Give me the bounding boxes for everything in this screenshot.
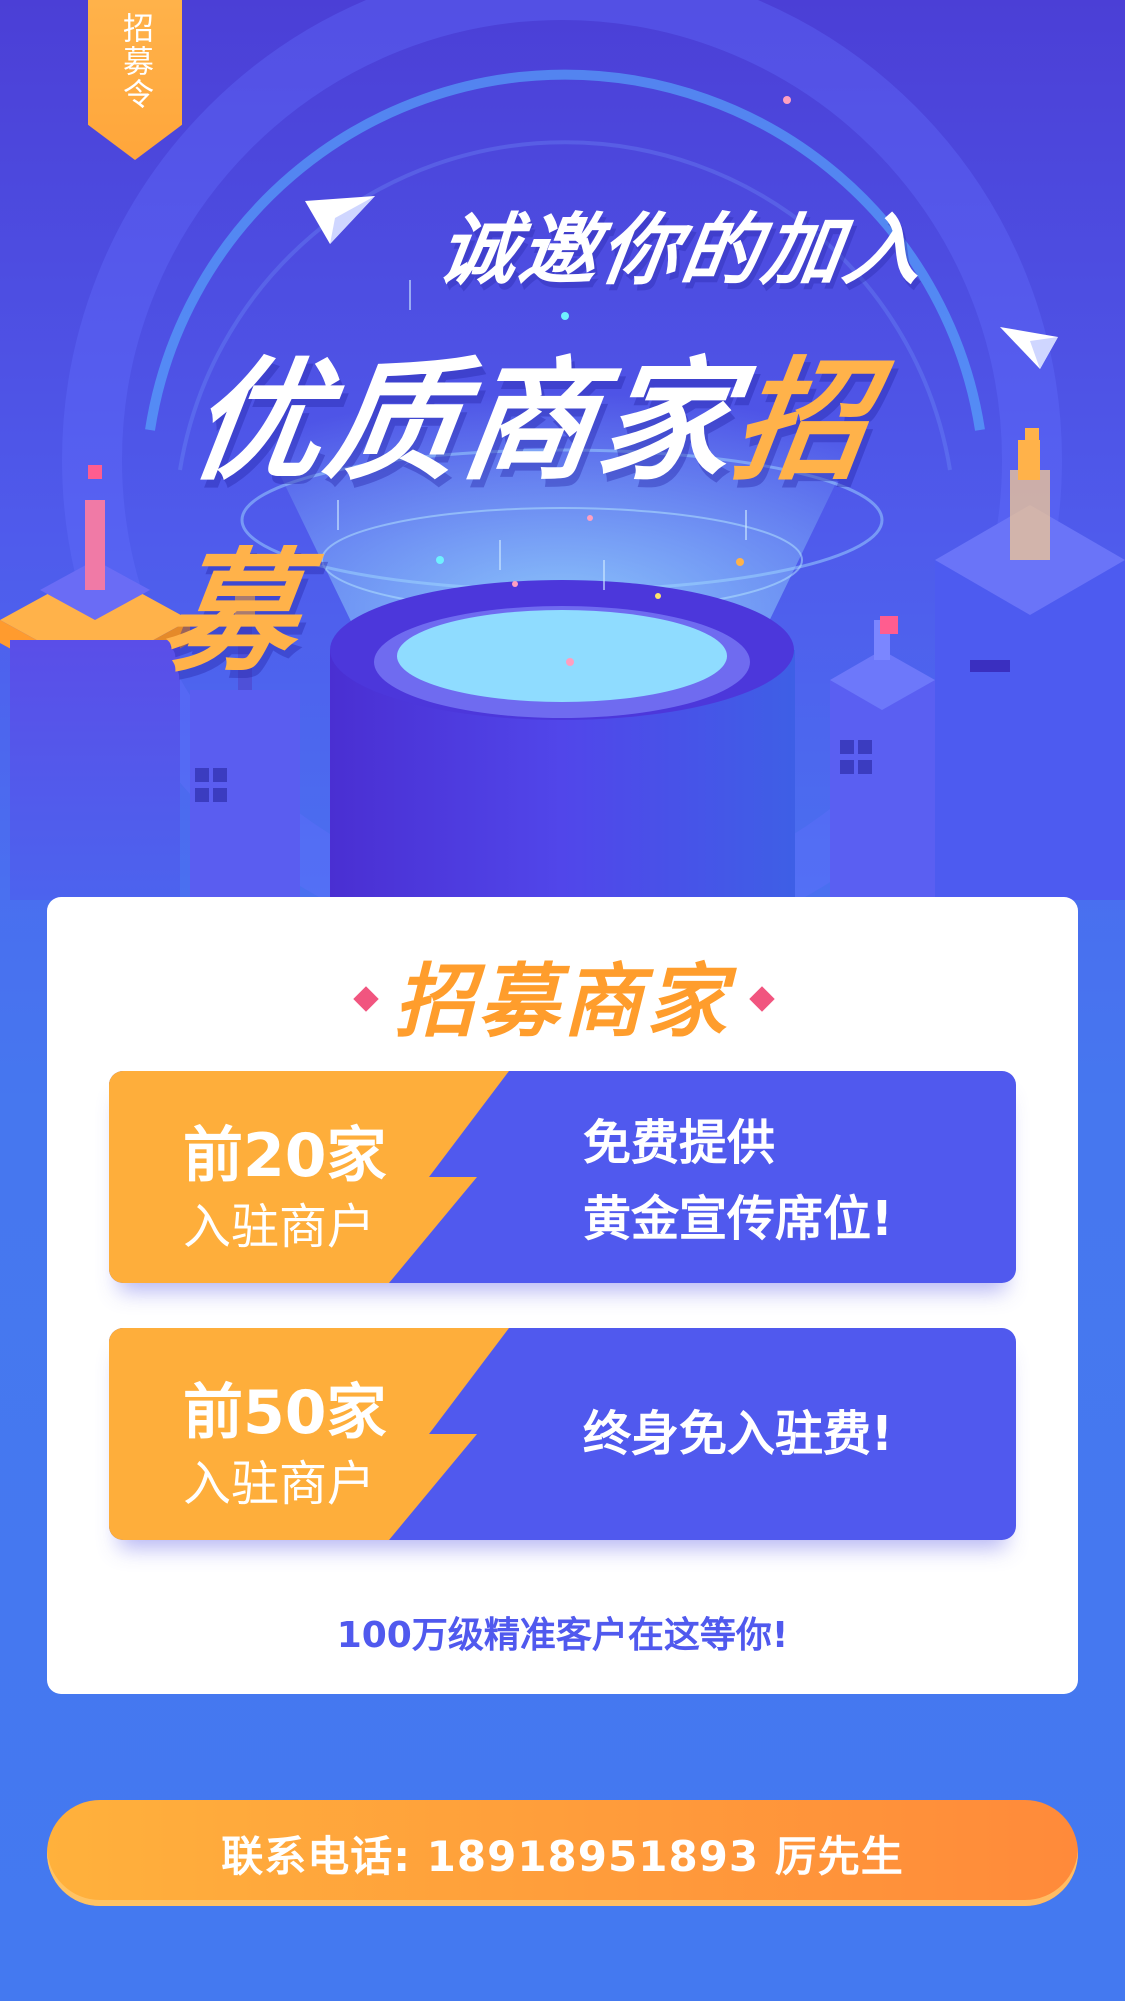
ribbon-label: 招募令 <box>117 12 153 111</box>
main-headline-white: 优质商家 <box>180 345 747 499</box>
paper-plane-icon <box>305 196 375 244</box>
offer-audience: 入驻商户 <box>183 1456 376 1512</box>
offer-count: 前20家 <box>183 1121 387 1191</box>
main-headline: 优质商家招募 <box>153 315 1007 697</box>
offer-benefit-line1: 终身免入驻费! <box>583 1406 893 1462</box>
paper-plane-icon <box>1000 327 1058 369</box>
offer-benefit-line1: 免费提供 <box>583 1115 776 1171</box>
card-footer-tagline: 100万级精准客户在这等你! <box>336 1615 789 1656</box>
offer-benefit: 免费提供 黄金宣传席位! <box>583 1105 893 1257</box>
card-title: 招募商家 <box>394 955 731 1048</box>
hero-illustration: 招募令 诚邀你的加入 优质商家招募 <box>0 0 1125 900</box>
invite-headline: 诚邀你的加入 <box>432 206 932 296</box>
offer-banner-top20: 前20家 入驻商户 免费提供 黄金宣传席位! <box>109 1071 1016 1283</box>
offer-benefit-line2: 黄金宣传席位! <box>583 1191 893 1247</box>
recruit-card: 招募商家 前20家 入驻商户 免费提供 黄金宣传席位! 前50家 入驻商户 终身… <box>47 897 1078 1694</box>
offer-banner-top50: 前50家 入驻商户 终身免入驻费! <box>109 1328 1016 1540</box>
offer-benefit: 终身免入驻费! <box>583 1396 893 1472</box>
offer-count: 前50家 <box>183 1378 387 1448</box>
offer-audience: 入驻商户 <box>183 1199 376 1255</box>
contact-phone-button[interactable]: 联系电话: 18918951893 厉先生 <box>47 1800 1078 1906</box>
